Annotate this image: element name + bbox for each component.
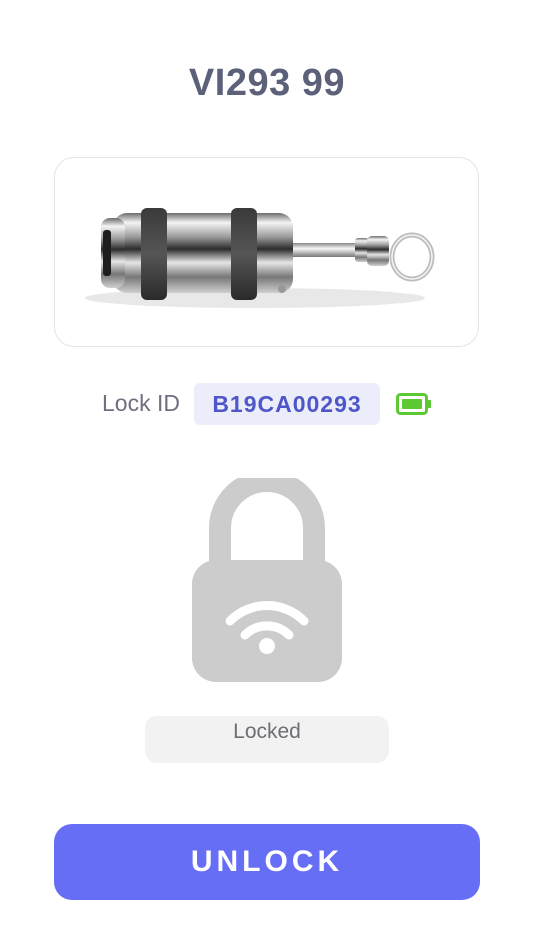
cylinder-lock-keychain-image bbox=[85, 208, 435, 308]
lock-id-row: Lock ID B19CA00293 bbox=[0, 383, 534, 425]
lock-id-label: Lock ID bbox=[102, 390, 180, 416]
lock-id-value: B19CA00293 bbox=[194, 383, 380, 425]
device-image-card bbox=[54, 157, 479, 347]
padlock-wifi-icon bbox=[192, 478, 342, 682]
page-title: VI293 99 bbox=[188, 62, 346, 104]
unlock-button[interactable]: UNLOCK bbox=[54, 824, 480, 900]
battery-full-icon bbox=[396, 393, 431, 415]
lock-status-badge: Locked bbox=[145, 716, 389, 763]
